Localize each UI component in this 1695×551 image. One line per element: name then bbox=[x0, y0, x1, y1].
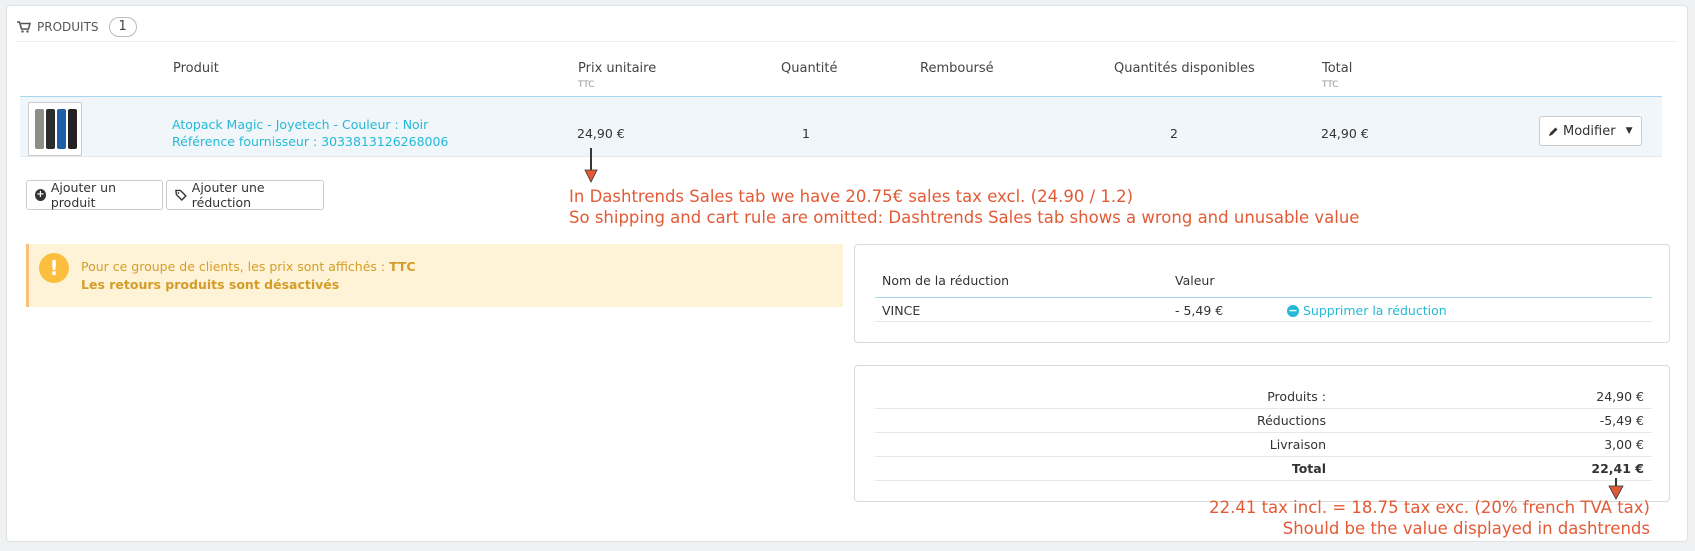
summary-value: 22,41 € bbox=[1591, 461, 1644, 476]
tags-icon bbox=[175, 189, 187, 201]
summary-row-discounts: Réductions -5,49 € bbox=[875, 409, 1652, 433]
panel-title: PRODUITS bbox=[37, 19, 99, 34]
remove-discount-link[interactable]: − Supprimer la réduction bbox=[1287, 303, 1447, 318]
device-grey bbox=[35, 109, 44, 149]
device-blue bbox=[57, 109, 66, 149]
summary-row-total: Total 22,41 € bbox=[875, 457, 1652, 481]
product-count-badge: 1 bbox=[108, 16, 137, 37]
annotation-note-1-line1: In Dashtrends Sales tab we have 20.75€ s… bbox=[569, 187, 1134, 206]
unit-price: 24,90 € bbox=[577, 126, 625, 141]
device-black bbox=[46, 109, 55, 149]
device-dark bbox=[68, 109, 77, 149]
panel-heading: PRODUITS 1 bbox=[17, 12, 1677, 42]
minus-circle-icon: − bbox=[1287, 303, 1299, 317]
supplier-reference[interactable]: Référence fournisseur : 3033813126268006 bbox=[172, 133, 448, 150]
discount-value: - 5,49 € bbox=[1175, 303, 1224, 318]
remove-discount-label: Supprimer la réduction bbox=[1303, 303, 1447, 318]
col-header-total-label: Total bbox=[1322, 61, 1353, 76]
add-discount-button[interactable]: Ajouter une réduction bbox=[166, 180, 324, 210]
add-product-label: Ajouter un produit bbox=[50, 180, 117, 210]
summary-label: Réductions bbox=[1256, 413, 1326, 428]
warning-icon: ! bbox=[39, 253, 69, 283]
col-header-refunded: Remboursé bbox=[920, 61, 994, 76]
table-row: VINCE - 5,49 € − Supprimer la réduction bbox=[875, 298, 1652, 322]
discount-col-value: Valeur bbox=[1175, 273, 1215, 288]
modify-button[interactable]: Modifier bbox=[1540, 124, 1617, 139]
discount-name: VINCE bbox=[882, 303, 921, 318]
summary-value: 24,90 € bbox=[1596, 389, 1644, 404]
col-header-quantity: Quantité bbox=[781, 61, 838, 76]
pencil-icon bbox=[1549, 127, 1558, 136]
alert-line-1: Pour ce groupe de clients, les prix sont… bbox=[81, 259, 416, 274]
summary-row-shipping: Livraison 3,00 € bbox=[875, 433, 1652, 457]
shopping-cart-icon bbox=[17, 20, 31, 33]
plus-circle-icon: + bbox=[35, 189, 46, 201]
col-header-total-sub: TTC bbox=[1322, 80, 1339, 90]
summary-row-products: Produits : 24,90 € bbox=[875, 385, 1652, 409]
modify-dropdown-toggle[interactable]: ▼ bbox=[1617, 126, 1641, 136]
product-link[interactable]: Atopack Magic - Joyetech - Couleur : Noi… bbox=[172, 116, 448, 150]
alert-line-2: Les retours produits sont désactivés bbox=[81, 277, 340, 292]
modify-button-group: Modifier ▼ bbox=[1539, 116, 1642, 146]
alert-line-1-bold: TTC bbox=[389, 259, 416, 274]
annotation-note-1-line2: So shipping and cart rule are omitted: D… bbox=[569, 208, 1360, 227]
price-display-alert: ! Pour ce groupe de clients, les prix so… bbox=[26, 244, 843, 307]
add-product-button[interactable]: + Ajouter un produit bbox=[26, 180, 163, 210]
quantity: 1 bbox=[802, 126, 810, 141]
summary-value: 3,00 € bbox=[1604, 437, 1644, 452]
col-header-product: Produit bbox=[173, 61, 219, 76]
col-header-unit-price: Prix unitaire TTC bbox=[578, 61, 656, 90]
add-discount-label: Ajouter une réduction bbox=[191, 180, 265, 210]
col-header-unit-price-sub: TTC bbox=[578, 80, 595, 90]
product-name[interactable]: Atopack Magic - Joyetech - Couleur : Noi… bbox=[172, 116, 448, 133]
col-header-unit-price-label: Prix unitaire bbox=[578, 61, 657, 76]
col-header-total: Total TTC bbox=[1322, 61, 1352, 90]
modify-button-label: Modifier bbox=[1563, 123, 1616, 139]
summary-label: Produits : bbox=[1267, 389, 1326, 404]
summary-label: Total bbox=[1291, 461, 1326, 476]
annotation-note-2-line2: Should be the value displayed in dashtre… bbox=[1282, 519, 1650, 538]
annotation-note-1: In Dashtrends Sales tab we have 20.75€ s… bbox=[569, 186, 1359, 228]
annotation-note-2-line1: 22.41 tax incl. = 18.75 tax exc. (20% fr… bbox=[1209, 498, 1650, 517]
discount-col-name: Nom de la réduction bbox=[882, 273, 1010, 288]
annotation-note-2: 22.41 tax incl. = 18.75 tax exc. (20% fr… bbox=[1209, 497, 1650, 539]
available-quantity: 2 bbox=[1170, 126, 1178, 141]
order-summary-panel: Produits : 24,90 € Réductions -5,49 € Li… bbox=[854, 365, 1670, 502]
chevron-down-icon: ▼ bbox=[1625, 126, 1633, 136]
annotation-arrow-1 bbox=[584, 148, 598, 183]
summary-value: -5,49 € bbox=[1599, 413, 1644, 428]
alert-line-1-text: Pour ce groupe de clients, les prix sont… bbox=[81, 259, 390, 274]
summary-label: Livraison bbox=[1269, 437, 1326, 452]
col-header-available: Quantités disponibles bbox=[1114, 61, 1255, 76]
product-thumbnail[interactable] bbox=[28, 102, 82, 156]
row-total: 24,90 € bbox=[1321, 126, 1369, 141]
discounts-panel: Nom de la réduction Valeur VINCE - 5,49 … bbox=[854, 244, 1670, 343]
